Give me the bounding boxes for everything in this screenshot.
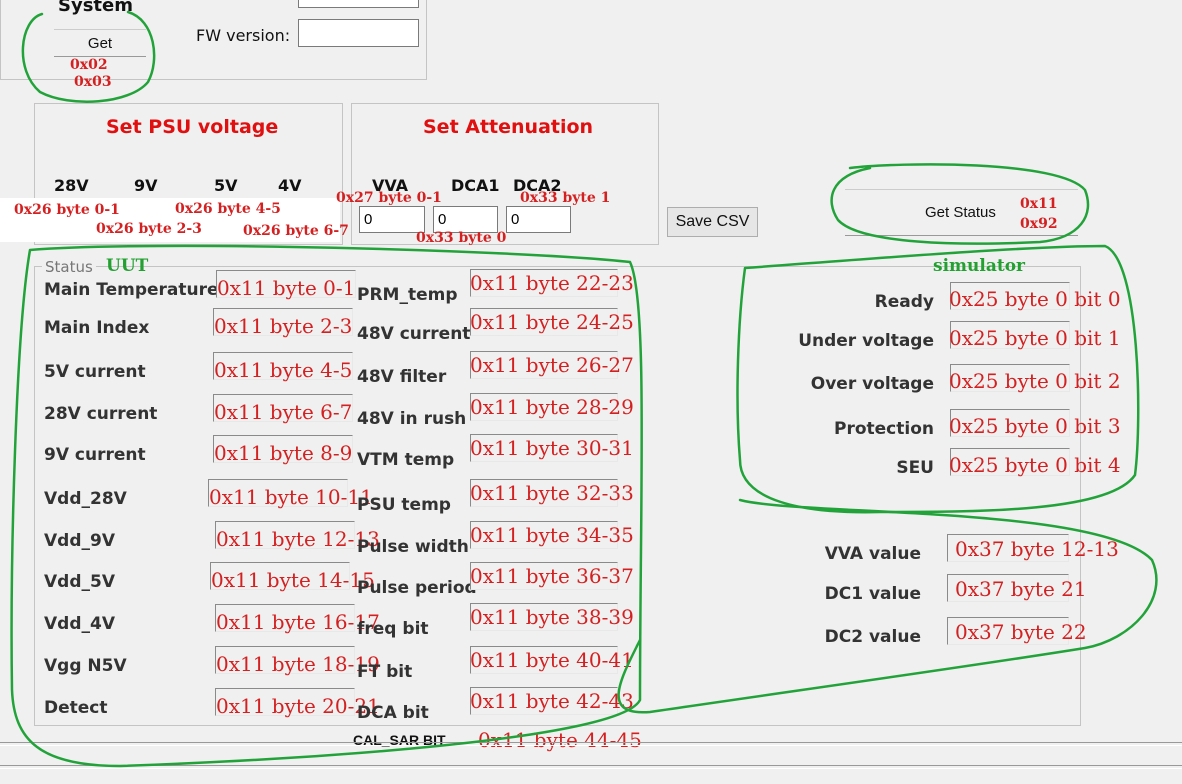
- status-left-label: Vdd_4V: [44, 614, 115, 634]
- system-title: System: [58, 0, 133, 16]
- simulator-note: simulator: [933, 256, 1025, 276]
- dca2-input[interactable]: [506, 206, 571, 233]
- fw-version-input[interactable]: [298, 19, 419, 47]
- psu-label-5v: 5V: [214, 176, 238, 195]
- status-mid-label: freq bit: [357, 619, 429, 639]
- uut-note: UUT: [106, 256, 149, 276]
- status-mid-ann: 0x11 byte 36-37: [470, 564, 634, 588]
- cal-sar-ann: 0x11 byte 44-45: [478, 728, 642, 752]
- status-value-label: VVA value: [824, 544, 921, 564]
- status-title: Status: [42, 258, 96, 276]
- status-mid-label: 48V in rush: [357, 409, 467, 429]
- dca1-input[interactable]: [433, 206, 498, 233]
- status-mid-label: DCA bit: [357, 703, 429, 723]
- status-mid-ann: 0x11 byte 38-39: [470, 605, 634, 629]
- psu-label-9v: 9V: [134, 176, 158, 195]
- atten-label-dca1: DCA1: [451, 176, 500, 195]
- status-left-ann: 0x11 byte 4-5: [214, 358, 353, 382]
- bottom-divider-2: [0, 765, 1182, 769]
- save-csv-button[interactable]: Save CSV: [667, 207, 758, 237]
- status-left-ann: 0x11 byte 2-3: [214, 314, 353, 338]
- status-right-ann: 0x25 byte 0 bit 3: [949, 414, 1121, 438]
- psu-label-4v: 4V: [278, 176, 302, 195]
- status-left-ann: 0x11 byte 0-1: [217, 276, 356, 300]
- attenuation-title: Set Attenuation: [423, 116, 594, 138]
- top-input[interactable]: [298, 0, 419, 8]
- status-right-label: Ready: [874, 292, 934, 312]
- status-right-ann: 0x25 byte 0 bit 4: [949, 453, 1121, 477]
- status-left-ann: 0x11 byte 20-21: [216, 694, 380, 718]
- psu-ann-9v: 0x26 byte 2-3: [96, 221, 202, 237]
- status-mid-ann: 0x11 byte 32-33: [470, 481, 634, 505]
- status-left-ann: 0x11 byte 14-15: [211, 568, 375, 592]
- status-value-ann: 0x37 byte 21: [955, 577, 1087, 601]
- status-right-label: Under voltage: [798, 331, 934, 351]
- get-ann-2: 0x03: [74, 74, 112, 90]
- get-button[interactable]: Get: [54, 29, 146, 57]
- status-right-ann: 0x25 byte 0 bit 1: [949, 326, 1121, 350]
- fw-version-label: FW version:: [196, 26, 291, 45]
- bottom-divider: [0, 742, 1182, 746]
- status-left-label: Main Temperature: [44, 280, 219, 300]
- status-value-ann: 0x37 byte 12-13: [955, 537, 1119, 561]
- status-left-ann: 0x11 byte 12-13: [216, 527, 380, 551]
- status-value-ann: 0x37 byte 22: [955, 620, 1087, 644]
- status-left-label: 9V current: [44, 445, 146, 465]
- psu-title: Set PSU voltage: [106, 116, 279, 138]
- get-status-ann-2: 0x92: [1020, 216, 1058, 232]
- status-right-label: SEU: [896, 458, 934, 478]
- status-right-ann: 0x25 byte 0 bit 0: [949, 287, 1121, 311]
- status-mid-ann: 0x11 byte 34-35: [470, 523, 634, 547]
- status-left-label: Vdd_9V: [44, 531, 115, 551]
- status-mid-ann: 0x11 byte 28-29: [470, 395, 634, 419]
- status-mid-label: 48V filter: [357, 367, 447, 387]
- psu-ann-5v: 0x26 byte 4-5: [175, 201, 281, 217]
- status-left-label: Main Index: [44, 318, 150, 338]
- atten-ann-vva: 0x27 byte 0-1: [336, 190, 442, 206]
- status-mid-ann: 0x11 byte 24-25: [470, 310, 634, 334]
- status-mid-label: VTM temp: [357, 450, 455, 470]
- status-mid-label: Pulse period: [357, 578, 477, 598]
- get-ann-1: 0x02: [70, 57, 108, 73]
- status-mid-ann: 0x11 byte 26-27: [470, 353, 634, 377]
- atten-ann-dca1: 0x33 byte 0: [416, 230, 507, 246]
- status-value-label: DC1 value: [824, 584, 921, 604]
- status-mid-ann: 0x11 byte 42-43: [470, 689, 634, 713]
- status-left-label: Detect: [44, 698, 108, 718]
- status-mid-label: PRM_temp: [357, 285, 458, 305]
- status-left-label: Vdd_5V: [44, 572, 115, 592]
- status-left-ann: 0x11 byte 8-9: [214, 441, 353, 465]
- get-status-ann-1: 0x11: [1020, 196, 1058, 212]
- psu-ann-4v: 0x26 byte 6-7: [243, 223, 349, 239]
- status-left-label: 5V current: [44, 362, 146, 382]
- status-right-label: Over voltage: [810, 374, 934, 394]
- status-left-ann: 0x11 byte 10-11: [209, 485, 373, 509]
- status-left-ann: 0x11 byte 16-17: [216, 610, 380, 634]
- atten-ann-dca2: 0x33 byte 1: [520, 190, 611, 206]
- status-right-label: Protection: [834, 419, 934, 439]
- status-mid-label: PSU temp: [357, 495, 451, 515]
- status-mid-label: FT bit: [357, 662, 413, 682]
- status-mid-ann: 0x11 byte 40-41: [470, 648, 634, 672]
- status-mid-ann: 0x11 byte 22-23: [470, 271, 634, 295]
- status-value-label: DC2 value: [824, 627, 921, 647]
- psu-label-28v: 28V: [54, 176, 89, 195]
- status-left-label: Vgg N5V: [44, 656, 127, 676]
- status-left-ann: 0x11 byte 6-7: [214, 400, 353, 424]
- status-mid-label: Pulse width: [357, 537, 469, 557]
- psu-ann-28v: 0x26 byte 0-1: [14, 202, 120, 218]
- status-left-label: Vdd_28V: [44, 489, 127, 509]
- status-right-ann: 0x25 byte 0 bit 2: [949, 369, 1121, 393]
- vva-input[interactable]: [359, 206, 425, 233]
- status-left-label: 28V current: [44, 404, 158, 424]
- status-mid-label: 48V current: [357, 324, 471, 344]
- status-mid-ann: 0x11 byte 30-31: [470, 436, 634, 460]
- status-left-ann: 0x11 byte 18-19: [216, 652, 380, 676]
